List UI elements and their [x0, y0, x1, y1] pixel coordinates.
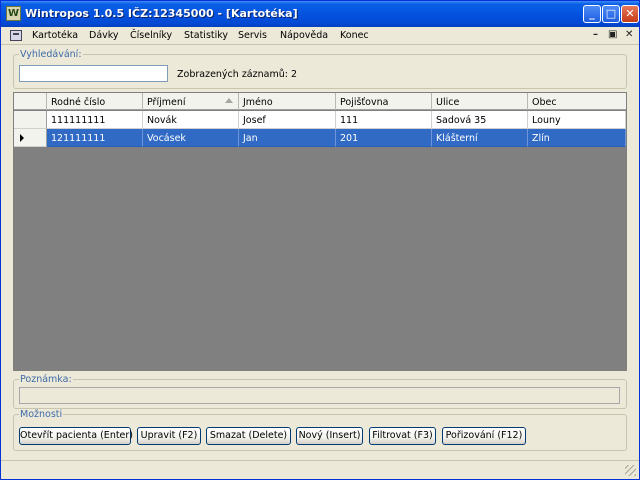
- column-header-obec[interactable]: Obec: [528, 93, 626, 110]
- current-row-pointer-icon: [20, 134, 24, 142]
- column-header-rodne-cislo[interactable]: Rodné číslo: [47, 93, 143, 110]
- menu-ciselniky[interactable]: Číselníky: [130, 30, 172, 41]
- table-row-selected[interactable]: 121111111 Vocásek Jan 201 Klášterní Zlín: [14, 129, 626, 147]
- cell-rodne-cislo[interactable]: 111111111: [47, 111, 143, 129]
- cell-jmeno[interactable]: Jan: [239, 129, 336, 147]
- status-bar: [1, 460, 639, 479]
- app-icon[interactable]: W: [6, 6, 21, 21]
- cell-pojistovna[interactable]: 111: [336, 111, 432, 129]
- new-button[interactable]: Nový (Insert): [296, 427, 363, 445]
- maximize-button[interactable]: □: [602, 5, 620, 23]
- mdi-restore-icon[interactable]: ▣: [608, 29, 617, 40]
- minimize-button[interactable]: _: [583, 5, 601, 23]
- cell-ulice[interactable]: Sadová 35: [432, 111, 528, 129]
- record-count-label: Zobrazených záznamů: 2: [177, 69, 297, 80]
- cell-rodne-cislo[interactable]: 121111111: [47, 129, 143, 147]
- main-window: W Wintropos 1.0.5 IČZ:12345000 - [Kartot…: [0, 0, 640, 480]
- table-row[interactable]: 111111111 Novák Josef 111 Sadová 35 Loun…: [14, 111, 626, 129]
- row-indicator[interactable]: [14, 129, 47, 147]
- menu-servis[interactable]: Servis: [238, 30, 267, 41]
- search-input[interactable]: [19, 65, 168, 82]
- note-field: [19, 387, 620, 404]
- cell-prijmeni[interactable]: Vocásek: [143, 129, 239, 147]
- cell-jmeno[interactable]: Josef: [239, 111, 336, 129]
- close-button[interactable]: ✕: [621, 5, 639, 23]
- delete-button[interactable]: Smazat (Delete): [206, 427, 291, 445]
- title-bar[interactable]: W Wintropos 1.0.5 IČZ:12345000 - [Kartot…: [1, 1, 639, 27]
- sort-ascending-icon: [225, 98, 233, 103]
- document-icon[interactable]: [10, 30, 22, 41]
- column-header-prijmeni[interactable]: Příjmení: [143, 93, 239, 110]
- menu-bar: Kartotéka Dávky Číselníky Statistiky Ser…: [1, 27, 639, 45]
- menu-konec[interactable]: Konec: [340, 30, 369, 41]
- menu-statistiky[interactable]: Statistiky: [184, 30, 228, 41]
- window-title: Wintropos 1.0.5 IČZ:12345000 - [Kartoték…: [25, 7, 298, 20]
- note-legend: Poznámka:: [20, 374, 72, 385]
- filter-button[interactable]: Filtrovat (F3): [369, 427, 436, 445]
- header-corner: [14, 93, 47, 110]
- row-indicator[interactable]: [14, 111, 47, 129]
- menu-napoveda[interactable]: Nápověda: [280, 30, 328, 41]
- column-header-prijmeni-label: Příjmení: [147, 97, 186, 108]
- cell-obec[interactable]: Zlín: [528, 129, 626, 147]
- open-patient-button[interactable]: Otevřít pacienta (Enter): [19, 427, 133, 445]
- acquisition-button[interactable]: Pořizování (F12): [442, 427, 526, 445]
- cell-ulice[interactable]: Klášterní: [432, 129, 528, 147]
- mdi-minimize-icon[interactable]: –: [593, 29, 598, 40]
- column-header-ulice[interactable]: Ulice: [432, 93, 528, 110]
- cell-obec[interactable]: Louny: [528, 111, 626, 129]
- column-header-jmeno[interactable]: Jméno: [239, 93, 336, 110]
- column-header-pojistovna[interactable]: Pojišťovna: [336, 93, 432, 110]
- menu-kartoteka[interactable]: Kartotéka: [32, 30, 78, 41]
- patient-table[interactable]: Rodné číslo Příjmení Jméno Pojišťovna Ul…: [13, 92, 627, 371]
- cell-pojistovna[interactable]: 201: [336, 129, 432, 147]
- resize-grip-icon[interactable]: [625, 465, 636, 476]
- cell-prijmeni[interactable]: Novák: [143, 111, 239, 129]
- table-header: Rodné číslo Příjmení Jméno Pojišťovna Ul…: [14, 93, 626, 110]
- edit-button[interactable]: Upravit (F2): [137, 427, 201, 445]
- mdi-close-icon[interactable]: ✕: [625, 29, 633, 40]
- options-legend: Možnosti: [20, 409, 63, 420]
- search-legend: Vyhledávání:: [20, 49, 82, 60]
- menu-davky[interactable]: Dávky: [89, 30, 119, 41]
